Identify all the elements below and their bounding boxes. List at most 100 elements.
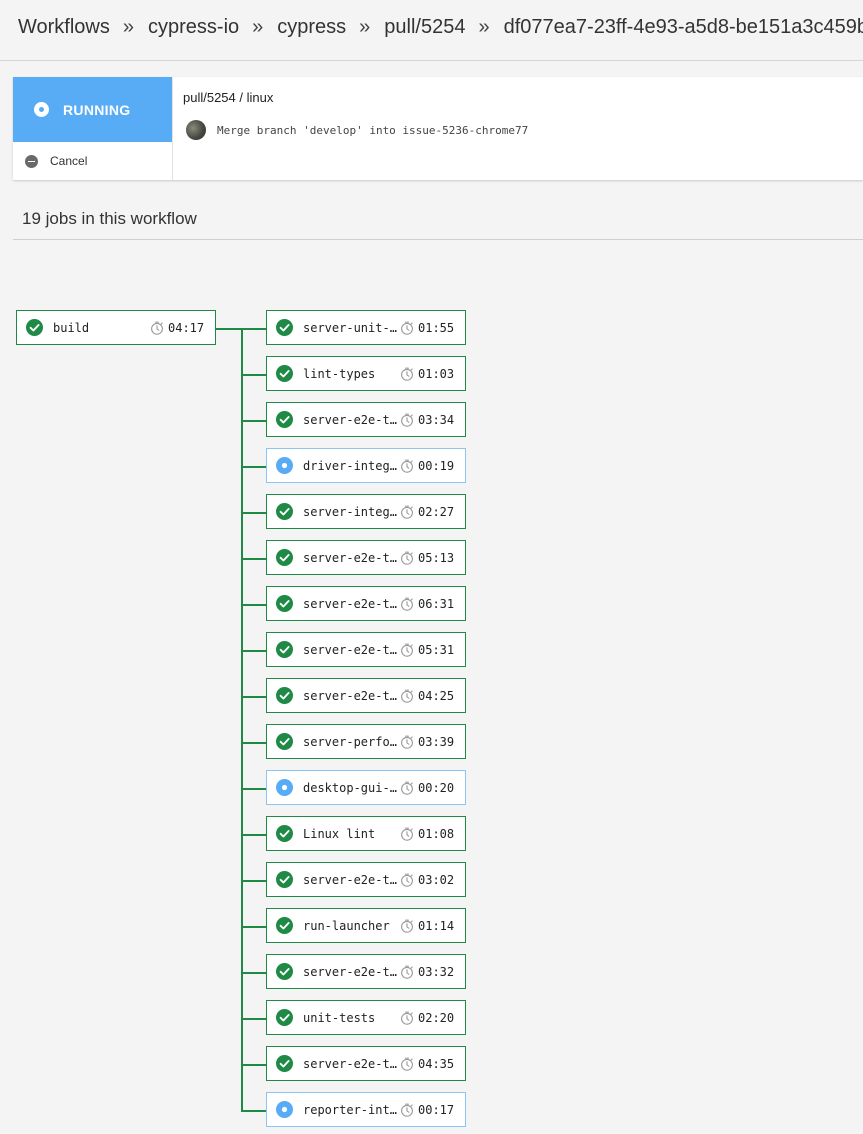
graph-connector [241, 742, 266, 744]
job-name: server-e2e-t… [303, 550, 397, 565]
job-name: build [53, 320, 90, 335]
breadcrumb-branch[interactable]: pull/5254 [384, 16, 465, 39]
breadcrumb-separator: » [478, 15, 490, 38]
job-card[interactable]: server-e2e-t… 03:32 [266, 954, 466, 989]
graph-connector [241, 604, 266, 606]
job-card[interactable]: Linux lint 01:08 [266, 816, 466, 851]
graph-connector [241, 926, 266, 928]
workflow-branch[interactable]: pull/5254 / linux [183, 90, 273, 105]
job-build[interactable]: build 04:17 [16, 310, 216, 345]
job-duration: 05:31 [418, 642, 455, 657]
timer-icon [401, 689, 413, 703]
job-name: server-e2e-t… [303, 596, 397, 611]
job-card[interactable]: server-e2e-t… 03:34 [266, 402, 466, 437]
job-name: driver-integ… [303, 458, 397, 473]
job-name: desktop-gui-… [303, 780, 397, 795]
breadcrumb-workflow-id: df077ea7-23ff-4e93-a5d8-be151a3c459b [503, 15, 863, 38]
graph-connector [241, 650, 266, 652]
job-duration: 01:14 [418, 918, 455, 933]
header-divider [0, 60, 863, 61]
timer-icon [401, 597, 413, 611]
running-icon [276, 457, 293, 474]
graph-connector [241, 558, 266, 560]
timer-icon [401, 827, 413, 841]
success-check-icon [276, 365, 293, 382]
job-duration: 04:17 [168, 320, 205, 335]
timer-icon [401, 321, 413, 335]
job-duration: 06:31 [418, 596, 455, 611]
graph-connector [241, 1064, 266, 1066]
graph-connector [216, 328, 243, 330]
timer-icon [401, 551, 413, 565]
success-check-icon [276, 549, 293, 566]
job-name: server-e2e-t… [303, 642, 397, 657]
success-check-icon [276, 503, 293, 520]
timer-icon [401, 643, 413, 657]
job-name: server-unit-… [303, 320, 397, 335]
job-duration: 00:20 [418, 780, 455, 795]
cancel-button[interactable]: Cancel [13, 142, 172, 180]
timer-icon [401, 919, 413, 933]
timer-icon [401, 505, 413, 519]
job-card[interactable]: reporter-int… 00:17 [266, 1092, 466, 1127]
jobs-count-heading: 19 jobs in this workflow [22, 209, 197, 228]
job-card[interactable]: server-e2e-t… 03:02 [266, 862, 466, 897]
breadcrumb-project[interactable]: cypress [277, 16, 346, 39]
success-check-icon [276, 1009, 293, 1026]
job-duration: 03:39 [418, 734, 455, 749]
success-check-icon [276, 963, 293, 980]
commit-message[interactable]: Merge branch 'develop' into issue-5236-c… [217, 124, 528, 137]
job-name: server-e2e-t… [303, 964, 397, 979]
job-duration: 04:25 [418, 688, 455, 703]
job-duration: 01:08 [418, 826, 455, 841]
job-card[interactable]: server-e2e-t… 05:31 [266, 632, 466, 667]
success-check-icon [276, 871, 293, 888]
job-card[interactable]: driver-integ… 00:19 [266, 448, 466, 483]
success-check-icon [276, 411, 293, 428]
job-name: Linux lint [303, 826, 376, 841]
timer-icon [401, 367, 413, 381]
job-card[interactable]: lint-types 01:03 [266, 356, 466, 391]
graph-connector [241, 1018, 266, 1020]
success-check-icon [26, 319, 43, 336]
job-card[interactable]: server-perfo… 03:39 [266, 724, 466, 759]
graph-connector [241, 834, 266, 836]
job-duration: 02:27 [418, 504, 455, 519]
cancel-icon [25, 154, 38, 168]
graph-connector [241, 880, 266, 882]
job-duration: 03:32 [418, 964, 455, 979]
running-icon [34, 102, 49, 117]
running-icon [276, 1101, 293, 1118]
job-duration: 00:17 [418, 1102, 455, 1117]
graph-connector [241, 328, 243, 1111]
job-card[interactable]: server-integ… 02:27 [266, 494, 466, 529]
breadcrumb-org[interactable]: cypress-io [148, 16, 239, 39]
jobs-divider [13, 239, 863, 240]
breadcrumb-workflows[interactable]: Workflows [18, 16, 110, 39]
job-card[interactable]: server-e2e-t… 06:31 [266, 586, 466, 621]
status-label: RUNNING [63, 101, 131, 118]
graph-connector [241, 328, 266, 330]
job-name: server-e2e-t… [303, 412, 397, 427]
job-card[interactable]: run-launcher 01:14 [266, 908, 466, 943]
success-check-icon [276, 595, 293, 612]
job-name: unit-tests [303, 1010, 376, 1025]
job-name: reporter-int… [303, 1102, 397, 1117]
avatar [186, 120, 206, 140]
success-check-icon [276, 733, 293, 750]
job-duration: 02:20 [418, 1010, 455, 1025]
job-card[interactable]: server-e2e-t… 05:13 [266, 540, 466, 575]
job-card[interactable]: server-unit-… 01:55 [266, 310, 466, 345]
graph-connector [241, 512, 266, 514]
breadcrumb-separator: » [359, 15, 371, 38]
breadcrumb: Workflows » cypress-io » cypress » pull/… [18, 14, 863, 40]
job-card[interactable]: unit-tests 02:20 [266, 1000, 466, 1035]
job-card[interactable]: server-e2e-t… 04:35 [266, 1046, 466, 1081]
graph-connector [241, 972, 266, 974]
job-card[interactable]: server-e2e-t… 04:25 [266, 678, 466, 713]
job-name: lint-types [303, 366, 376, 381]
job-card[interactable]: desktop-gui-… 00:20 [266, 770, 466, 805]
success-check-icon [276, 1055, 293, 1072]
workflow-card: RUNNING Cancel pull/5254 / linux Merge b… [13, 77, 863, 180]
success-check-icon [276, 917, 293, 934]
